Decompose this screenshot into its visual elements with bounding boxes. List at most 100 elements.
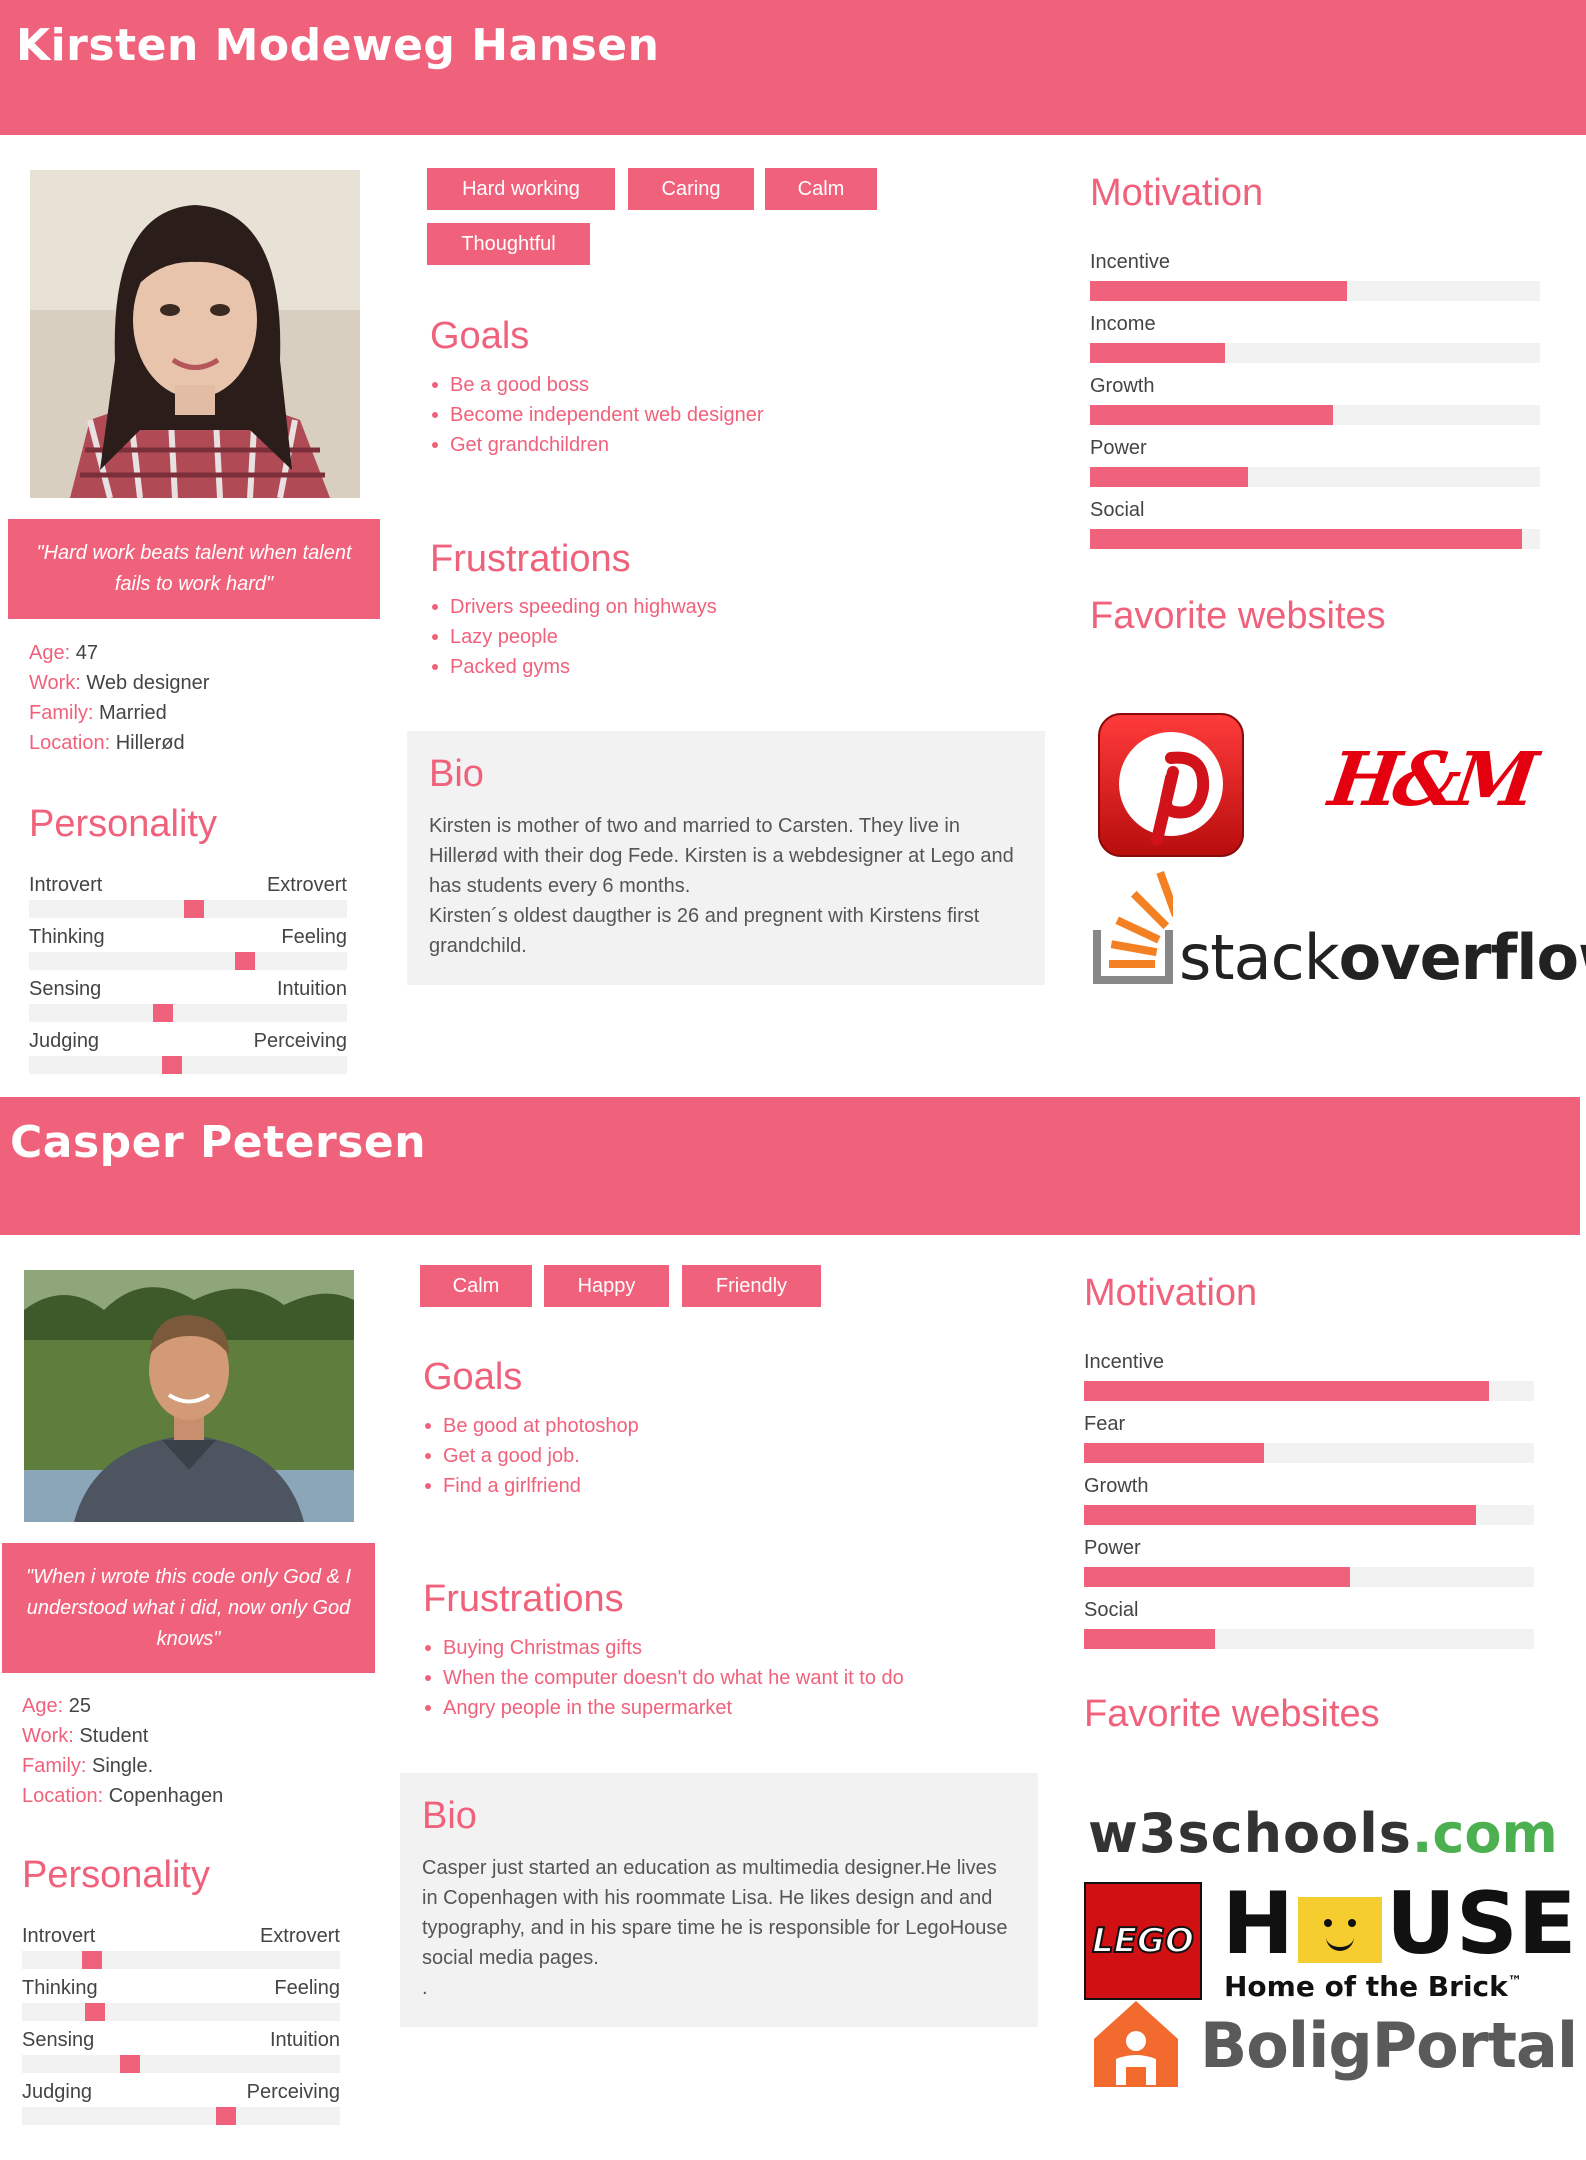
frustration-item: Drivers speeding on highways	[430, 592, 717, 622]
goal-item: Become independent web designer	[430, 400, 764, 430]
frustrations-title: Frustrations	[423, 1578, 624, 1620]
scale-track	[22, 2055, 340, 2073]
scale-marker	[81, 1951, 102, 1969]
motivation-fill	[1090, 467, 1248, 487]
fact-value: 47	[70, 642, 98, 664]
motivation-track	[1090, 281, 1540, 301]
fact-family: Family: Married	[29, 698, 209, 728]
personality-row: Thinking Feeling	[29, 926, 347, 978]
motivation-row: Fear	[1084, 1413, 1534, 1475]
bio-title: Bio	[429, 753, 484, 795]
motivation-fill	[1084, 1381, 1489, 1401]
fact-value: Web designer	[80, 672, 210, 694]
fact-key: Family:	[22, 1755, 87, 1777]
house-letter-h: H	[1222, 1874, 1294, 1974]
fact-key: Location:	[22, 1785, 104, 1807]
personality-title: Personality	[29, 803, 217, 845]
house-wordmark: H USE	[1222, 1874, 1577, 1974]
motivation-row: Incentive	[1084, 1351, 1534, 1413]
fact-family: Family: Single.	[22, 1751, 223, 1781]
trait-tag: Thoughtful	[427, 223, 590, 265]
motivation-label: Income	[1090, 313, 1156, 335]
persona-header: Kirsten Modeweg Hansen	[0, 0, 1586, 135]
personality-row: Introvert Extrovert	[22, 1925, 340, 1977]
scale-right-label: Perceiving	[253, 1030, 347, 1052]
persona-facts: Age: 47 Work: Web designer Family: Marri…	[29, 638, 209, 758]
fact-value: Student	[73, 1725, 149, 1747]
lego-logo-text: LEGO	[1091, 1920, 1195, 1962]
motivation-label: Incentive	[1090, 251, 1171, 273]
stackoverflow-logo-bold: overflow	[1338, 921, 1586, 994]
fact-value: Copenhagen	[103, 1785, 224, 1807]
persona-name: Kirsten Modeweg Hansen	[16, 20, 660, 71]
fact-key: Age:	[22, 1695, 64, 1717]
boligportal-logo[interactable]: BoligPortal	[1088, 1997, 1578, 2107]
w3schools-logo-tld: .com	[1411, 1802, 1558, 1865]
personality-row: Introvert Extrovert	[29, 874, 347, 926]
scale-marker	[85, 2003, 106, 2021]
scale-track	[22, 2107, 340, 2125]
goals-list: Be good at photoshop Get a good job. Fin…	[423, 1411, 639, 1501]
woman-portrait-image	[30, 170, 360, 498]
scale-right-label: Extrovert	[259, 1925, 340, 1947]
personality-row: Judging Perceiving	[22, 2081, 340, 2133]
fact-work: Work: Web designer	[29, 668, 209, 698]
frustrations-list: Drivers speeding on highways Lazy people…	[430, 592, 717, 682]
fact-location: Location: Copenhagen	[22, 1781, 223, 1811]
bio-panel: Bio Casper just started an education as …	[400, 1773, 1038, 2027]
boligportal-logo-text: BoligPortal	[1200, 2009, 1578, 2082]
w3schools-logo-text: w3schools	[1088, 1802, 1412, 1865]
hm-logo-text: H&M	[1323, 737, 1537, 823]
motivation-row: Power	[1084, 1537, 1534, 1599]
persona-header: Casper Petersen	[0, 1097, 1580, 1235]
personality-scales: Introvert Extrovert Thinking Feeling Sensi…	[22, 1925, 340, 2133]
scale-left-label: Introvert	[29, 874, 103, 896]
motivation-title: Motivation	[1090, 172, 1264, 214]
fact-work: Work: Student	[22, 1721, 223, 1751]
trait-tag: Happy	[544, 1265, 669, 1307]
motivation-label: Power	[1090, 437, 1147, 459]
stackoverflow-icon	[1093, 871, 1173, 984]
motivation-row: Income	[1090, 313, 1540, 375]
motivation-track	[1090, 467, 1540, 487]
fact-age: Age: 25	[22, 1691, 223, 1721]
personality-scales: Introvert Extrovert Thinking Feeling Sensi…	[29, 874, 347, 1082]
fact-key: Age:	[29, 642, 71, 664]
scale-track	[29, 1004, 347, 1022]
w3schools-logo[interactable]: w3schools.com	[1088, 1802, 1558, 1874]
scale-right-label: Feeling	[274, 1977, 340, 1999]
scale-right-label: Extrovert	[266, 874, 347, 896]
trait-tag: Hard working	[427, 168, 615, 210]
goal-item: Get a good job.	[423, 1441, 639, 1471]
motivation-row: Social	[1090, 499, 1540, 561]
stackoverflow-logo[interactable]: stackoverflow	[1093, 866, 1586, 994]
motivation-track	[1084, 1505, 1534, 1525]
fact-location: Location: Hillerød	[29, 728, 209, 758]
scale-marker	[235, 952, 256, 970]
trademark-mark: ™	[1507, 1973, 1522, 1990]
motivation-label: Growth	[1084, 1475, 1149, 1497]
persona-photo	[24, 1270, 354, 1522]
lego-house-logo[interactable]: LEGO H USE Home of the Brick™	[1084, 1874, 1577, 2007]
motivation-row: Growth	[1084, 1475, 1534, 1537]
fact-value: Single.	[86, 1755, 154, 1777]
frustrations-list: Buying Christmas gifts When the computer…	[423, 1633, 904, 1723]
motivation-label: Social	[1090, 499, 1145, 521]
motivation-track	[1090, 343, 1540, 363]
persona-name: Casper Petersen	[10, 1117, 427, 1168]
pinterest-icon	[1098, 713, 1244, 857]
bio-title: Bio	[422, 1795, 477, 1837]
motivation-bars: Incentive Income Growth Power Social	[1090, 251, 1540, 561]
hm-logo[interactable]: H&M	[1324, 735, 1537, 825]
scale-track	[22, 1951, 340, 1969]
pinterest-logo[interactable]	[1097, 712, 1245, 858]
scale-left-label: Thinking	[22, 1977, 98, 1999]
motivation-fill	[1090, 529, 1522, 549]
motivation-label: Power	[1084, 1537, 1141, 1559]
motivation-track	[1090, 405, 1540, 425]
trait-tag: Friendly	[682, 1265, 821, 1307]
motivation-fill	[1090, 343, 1225, 363]
motivation-fill	[1084, 1443, 1264, 1463]
motivation-fill	[1084, 1505, 1476, 1525]
man-portrait-image	[24, 1270, 354, 1522]
